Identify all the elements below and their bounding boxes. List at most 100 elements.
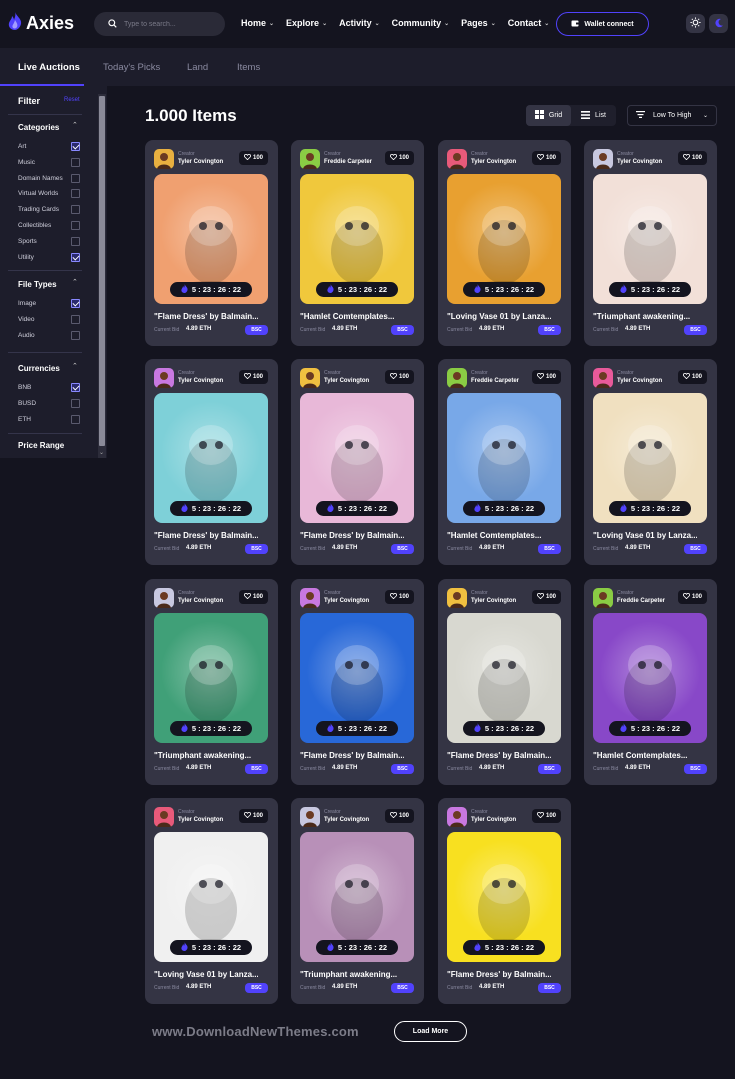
- logo[interactable]: Axies: [8, 12, 74, 35]
- currencies-title[interactable]: Currencies: [18, 364, 60, 373]
- creator-avatar[interactable]: [300, 149, 320, 169]
- creator-avatar[interactable]: [447, 588, 467, 608]
- nft-title[interactable]: "Triumphant awakening...: [154, 751, 258, 760]
- like-button[interactable]: 100: [385, 590, 414, 604]
- nav-community[interactable]: Community ⌄: [392, 18, 450, 28]
- like-button[interactable]: 100: [532, 590, 561, 604]
- price-range-title[interactable]: Price Range: [18, 441, 64, 450]
- nft-artwork[interactable]: 5 : 23 : 26 : 22: [447, 174, 561, 304]
- nft-card[interactable]: Creator Freddie Carpeter 100 5 : 23 : 26 : …: [438, 359, 571, 565]
- nft-artwork[interactable]: 5 : 23 : 26 : 22: [447, 832, 561, 962]
- nft-card[interactable]: Creator Tyler Covington 100 5 : 23 : 26 : 2…: [438, 798, 571, 1004]
- nft-title[interactable]: "Hamlet Comtemplates...: [300, 312, 404, 321]
- nft-title[interactable]: "Flame Dress' by Balmain...: [447, 970, 551, 979]
- nav-home[interactable]: Home ⌄: [241, 18, 274, 28]
- tab-live-auctions[interactable]: Live Auctions: [18, 62, 80, 73]
- chevron-up-icon[interactable]: ⌃: [72, 362, 78, 370]
- creator-avatar[interactable]: [447, 807, 467, 827]
- filter-checkbox[interactable]: [71, 252, 80, 262]
- creator-avatar[interactable]: [300, 807, 320, 827]
- sidebar-scrollbar-thumb[interactable]: [99, 96, 105, 446]
- nft-title[interactable]: "Flame Dress' by Balmain...: [300, 751, 404, 760]
- filter-checkbox[interactable]: [71, 330, 80, 340]
- reset-link[interactable]: Reset: [64, 97, 80, 103]
- like-button[interactable]: 100: [239, 809, 268, 823]
- nft-card[interactable]: Creator Tyler Covington 100 5 : 23 : 26 : 2…: [145, 579, 278, 785]
- nft-artwork[interactable]: 5 : 23 : 26 : 22: [154, 832, 268, 962]
- filter-checkbox[interactable]: [71, 157, 80, 167]
- creator-avatar[interactable]: [593, 149, 613, 169]
- like-button[interactable]: 100: [239, 151, 268, 165]
- creator-avatar[interactable]: [154, 588, 174, 608]
- filter-checkbox[interactable]: [71, 299, 80, 308]
- creator-avatar[interactable]: [300, 368, 320, 388]
- search-input[interactable]: [124, 20, 214, 28]
- creator-name[interactable]: Tyler Covington: [471, 817, 516, 823]
- like-button[interactable]: 100: [532, 151, 561, 165]
- nft-title[interactable]: "Flame Dress' by Balmain...: [154, 531, 258, 540]
- nft-artwork[interactable]: 5 : 23 : 26 : 22: [154, 174, 268, 304]
- nft-title[interactable]: "Loving Vase 01 by Lanza...: [593, 531, 697, 540]
- creator-avatar[interactable]: [447, 149, 467, 169]
- tab-items[interactable]: Items: [237, 62, 260, 73]
- like-button[interactable]: 100: [532, 370, 561, 384]
- nft-artwork[interactable]: 5 : 23 : 26 : 22: [593, 613, 707, 743]
- nft-title[interactable]: "Flame Dress' by Balmain...: [447, 751, 551, 760]
- creator-name[interactable]: Tyler Covington: [324, 817, 369, 823]
- creator-name[interactable]: Tyler Covington: [617, 378, 662, 384]
- nft-card[interactable]: Creator Tyler Covington 100 5 : 23 : 26 : 2…: [145, 798, 278, 1004]
- filter-checkbox[interactable]: [71, 383, 80, 392]
- chevron-up-icon[interactable]: ⌃: [72, 278, 78, 286]
- like-button[interactable]: 100: [385, 151, 414, 165]
- nft-artwork[interactable]: 5 : 23 : 26 : 22: [154, 613, 268, 743]
- creator-name[interactable]: Tyler Covington: [178, 817, 223, 823]
- like-button[interactable]: 100: [385, 370, 414, 384]
- filter-checkbox[interactable]: [71, 414, 80, 424]
- nft-card[interactable]: Creator Freddie Carpeter 100 5 : 23 : 26 : …: [584, 579, 717, 785]
- chevron-up-icon[interactable]: ⌃: [72, 121, 78, 129]
- creator-name[interactable]: Tyler Covington: [178, 598, 223, 604]
- nft-card[interactable]: Creator Tyler Covington 100 5 : 23 : 26 : 2…: [291, 798, 424, 1004]
- nav-explore[interactable]: Explore ⌄: [286, 18, 327, 28]
- filter-checkbox[interactable]: [71, 142, 80, 151]
- dark-mode-toggle[interactable]: [709, 14, 728, 33]
- filter-checkbox[interactable]: [71, 205, 80, 215]
- creator-name[interactable]: Tyler Covington: [178, 378, 223, 384]
- nft-artwork[interactable]: 5 : 23 : 26 : 22: [300, 613, 414, 743]
- wallet-connect-button[interactable]: Wallet connect: [556, 12, 649, 36]
- nft-card[interactable]: Creator Tyler Covington 100 5 : 23 : 26 : 2…: [145, 140, 278, 346]
- nft-artwork[interactable]: 5 : 23 : 26 : 22: [300, 832, 414, 962]
- grid-view-button[interactable]: Grid: [526, 105, 571, 126]
- like-button[interactable]: 100: [678, 590, 707, 604]
- like-button[interactable]: 100: [532, 809, 561, 823]
- creator-name[interactable]: Tyler Covington: [471, 159, 516, 165]
- like-button[interactable]: 100: [239, 370, 268, 384]
- nft-artwork[interactable]: 5 : 23 : 26 : 22: [593, 393, 707, 523]
- nft-artwork[interactable]: 5 : 23 : 26 : 22: [300, 393, 414, 523]
- nft-artwork[interactable]: 5 : 23 : 26 : 22: [154, 393, 268, 523]
- creator-avatar[interactable]: [300, 588, 320, 608]
- creator-name[interactable]: Tyler Covington: [324, 378, 369, 384]
- filter-checkbox[interactable]: [71, 173, 80, 183]
- nft-artwork[interactable]: 5 : 23 : 26 : 22: [447, 393, 561, 523]
- filter-checkbox[interactable]: [71, 221, 80, 230]
- nft-artwork[interactable]: 5 : 23 : 26 : 22: [447, 613, 561, 743]
- sort-dropdown[interactable]: Low To High ⌄: [627, 105, 717, 126]
- tab-land[interactable]: Land: [187, 62, 208, 73]
- creator-name[interactable]: Tyler Covington: [324, 598, 369, 604]
- creator-avatar[interactable]: [593, 368, 613, 388]
- nft-card[interactable]: Creator Freddie Carpeter 100 5 : 23 : 26 : …: [291, 140, 424, 346]
- file-types-title[interactable]: File Types: [18, 280, 57, 289]
- list-view-button[interactable]: List: [571, 105, 616, 126]
- nft-card[interactable]: Creator Tyler Covington 100 5 : 23 : 26 : 2…: [291, 579, 424, 785]
- like-button[interactable]: 100: [678, 370, 707, 384]
- nav-activity[interactable]: Activity ⌄: [339, 18, 380, 28]
- creator-name[interactable]: Tyler Covington: [617, 159, 662, 165]
- nav-contact[interactable]: Contact ⌄: [508, 18, 550, 28]
- creator-avatar[interactable]: [593, 588, 613, 608]
- nft-title[interactable]: "Flame Dress' by Balmain...: [300, 531, 404, 540]
- like-button[interactable]: 100: [239, 590, 268, 604]
- light-mode-toggle[interactable]: [686, 14, 705, 33]
- creator-name[interactable]: Freddie Carpeter: [617, 598, 665, 604]
- load-more-button[interactable]: Load More: [394, 1021, 467, 1042]
